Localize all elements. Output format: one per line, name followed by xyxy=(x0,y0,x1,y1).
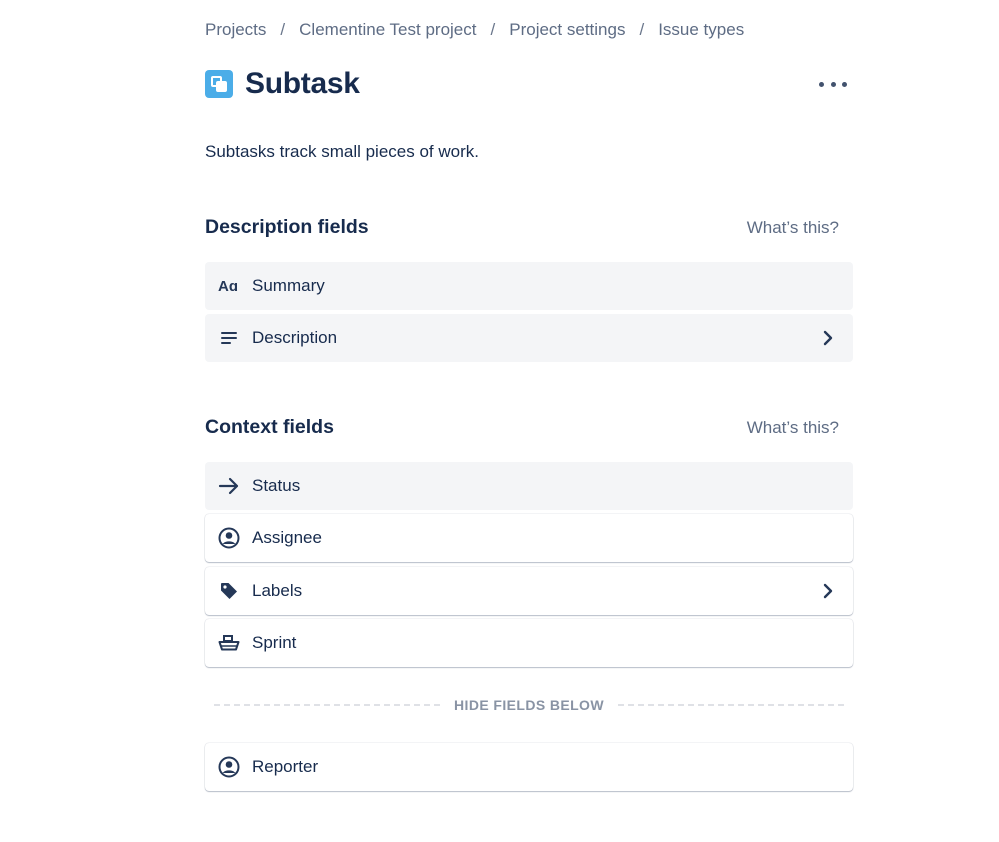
context-fields-header: Context fields What’s this? xyxy=(205,416,853,439)
arrow-right-icon xyxy=(218,475,240,497)
field-assignee[interactable]: Assignee xyxy=(205,514,853,562)
field-label: Labels xyxy=(252,581,303,600)
breadcrumb-projects[interactable]: Projects xyxy=(205,20,266,40)
field-reporter[interactable]: Reporter xyxy=(205,743,853,791)
hide-fields-label: HIDE FIELDS BELOW xyxy=(454,697,604,713)
field-label: Description xyxy=(252,328,338,347)
more-actions-button[interactable] xyxy=(819,74,847,94)
whats-this-link[interactable]: What’s this? xyxy=(747,418,839,438)
page-title: Subtask xyxy=(245,67,360,100)
text-icon: Aɑ xyxy=(218,275,240,297)
person-icon xyxy=(218,756,240,778)
page-header: Subtask xyxy=(205,66,853,102)
section-title: Context fields xyxy=(205,416,334,438)
svg-text:Aɑ: Aɑ xyxy=(218,278,238,295)
dot-icon xyxy=(830,81,836,87)
breadcrumb-separator: / xyxy=(639,20,645,39)
description-fields-header: Description fields What’s this? xyxy=(205,216,853,239)
breadcrumb-project-settings[interactable]: Project settings xyxy=(509,20,625,40)
ship-icon xyxy=(218,632,240,654)
field-summary[interactable]: Aɑ Summary xyxy=(205,262,853,310)
dashed-line xyxy=(214,704,441,706)
chevron-right-icon[interactable] xyxy=(817,327,839,349)
section-title: Description fields xyxy=(205,216,369,238)
field-label: Status xyxy=(252,476,301,495)
field-labels[interactable]: Labels xyxy=(205,567,853,615)
field-label: Summary xyxy=(252,276,325,295)
dashed-line xyxy=(617,704,845,706)
tag-icon xyxy=(218,580,240,602)
dot-icon xyxy=(819,81,824,87)
subtask-icon xyxy=(205,70,233,98)
breadcrumb-separator: / xyxy=(490,20,496,39)
person-icon xyxy=(218,527,240,549)
page-description: Subtasks track small pieces of work. xyxy=(205,142,479,161)
breadcrumb-project[interactable]: Clementine Test project xyxy=(299,20,476,40)
breadcrumb: Projects / Clementine Test project / Pro… xyxy=(205,20,744,40)
field-status[interactable]: Status xyxy=(205,462,853,510)
dot-icon xyxy=(842,81,847,87)
breadcrumb-separator: / xyxy=(280,20,286,39)
field-sprint[interactable]: Sprint xyxy=(205,619,853,667)
paragraph-icon xyxy=(218,327,240,349)
whats-this-link[interactable]: What’s this? xyxy=(747,218,839,238)
chevron-right-icon[interactable] xyxy=(817,580,839,602)
breadcrumb-issue-types[interactable]: Issue types xyxy=(658,20,744,40)
field-label: Reporter xyxy=(252,757,319,776)
field-label: Assignee xyxy=(252,528,322,547)
field-label: Sprint xyxy=(252,633,297,652)
field-description[interactable]: Description xyxy=(205,314,853,362)
hide-fields-divider[interactable]: HIDE FIELDS BELOW xyxy=(214,694,845,716)
